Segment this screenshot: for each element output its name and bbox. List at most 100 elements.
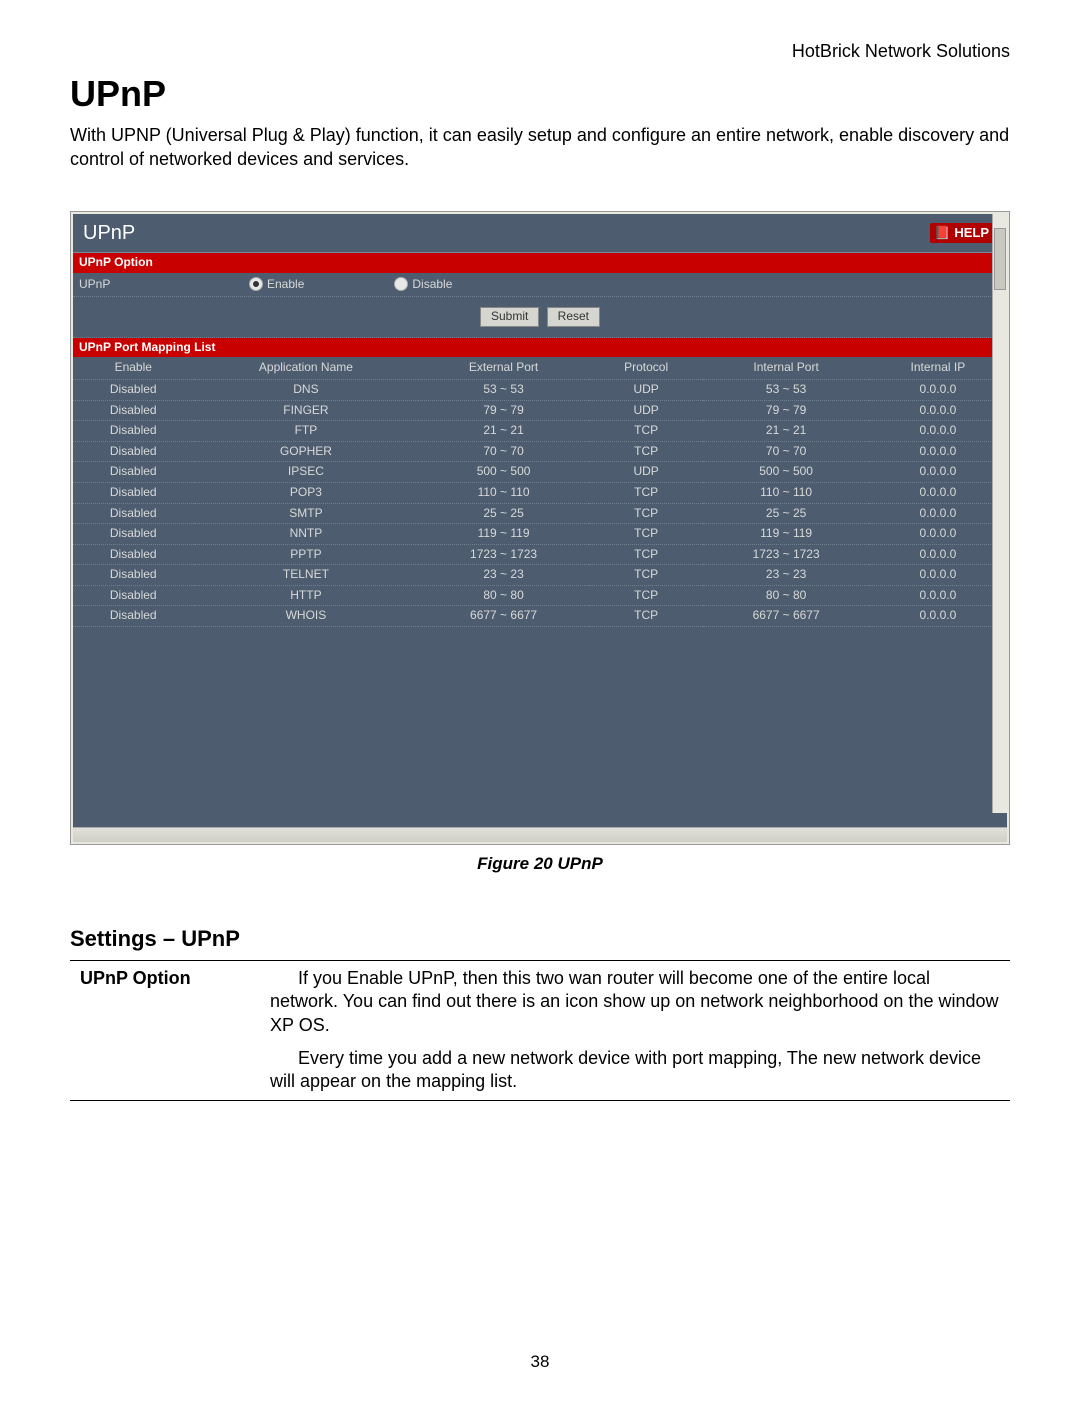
table-cell: TELNET [194,565,419,586]
radio-disable[interactable]: Disable [394,277,452,293]
scrollbar-thumb[interactable] [994,228,1006,290]
table-cell: 0.0.0.0 [869,503,1007,524]
table-cell: 110 ~ 110 [418,482,588,503]
table-cell: IPSEC [194,462,419,483]
table-row: DisabledHTTP80 ~ 80TCP80 ~ 800.0.0.0 [73,585,1007,606]
table-row: DisabledIPSEC500 ~ 500UDP500 ~ 5000.0.0.… [73,462,1007,483]
col-extport: External Port [418,357,588,379]
table-row: DisabledPPTP1723 ~ 1723TCP1723 ~ 17230.0… [73,544,1007,565]
table-header-row: Enable Application Name External Port Pr… [73,357,1007,379]
table-row: DisabledWHOIS6677 ~ 6677TCP6677 ~ 66770.… [73,606,1007,627]
submit-button[interactable]: Submit [480,307,539,327]
table-cell: 70 ~ 70 [418,441,588,462]
table-cell: Disabled [73,606,194,627]
table-cell: 0.0.0.0 [869,524,1007,545]
table-cell: NNTP [194,524,419,545]
table-cell: 25 ~ 25 [703,503,868,524]
table-row: DisabledFTP21 ~ 21TCP21 ~ 210.0.0.0 [73,421,1007,442]
table-cell: PPTP [194,544,419,565]
table-cell: TCP [589,544,704,565]
table-cell: Disabled [73,503,194,524]
settings-table: UPnP Option If you Enable UPnP, then thi… [70,960,1010,1101]
panel-header: UPnP 📕 HELP [73,214,1007,253]
col-intport: Internal Port [703,357,868,379]
table-cell: Disabled [73,585,194,606]
scrollbar[interactable] [992,214,1007,813]
figure-caption: Figure 20 UPnP [70,853,1010,875]
upnp-option-row: UPnP Enable Disable [73,273,1007,298]
settings-p1: If you Enable UPnP, then this two wan ro… [270,967,1000,1037]
help-button[interactable]: 📕 HELP [930,223,997,244]
table-cell: 0.0.0.0 [869,441,1007,462]
table-cell: WHOIS [194,606,419,627]
settings-heading: Settings – UPnP [70,925,1010,954]
table-cell: DNS [194,379,419,400]
settings-row-desc: If you Enable UPnP, then this two wan ro… [260,960,1010,1100]
table-cell: UDP [589,379,704,400]
table-cell: TCP [589,441,704,462]
radio-disable-label: Disable [412,277,452,293]
table-cell: 70 ~ 70 [703,441,868,462]
table-cell: 21 ~ 21 [703,421,868,442]
table-cell: 6677 ~ 6677 [418,606,588,627]
page-title: UPnP [70,71,1010,118]
table-cell: 500 ~ 500 [418,462,588,483]
table-cell: 1723 ~ 1723 [703,544,868,565]
radio-enable-dot [249,277,263,291]
col-enable: Enable [73,357,194,379]
settings-p2: Every time you add a new network device … [270,1047,1000,1094]
screenshot-wrap: UPnP 📕 HELP UPnP Option UPnP Enable Disa… [70,211,1010,845]
table-cell: TCP [589,606,704,627]
table-row: DisabledDNS53 ~ 53UDP53 ~ 530.0.0.0 [73,379,1007,400]
table-cell: 25 ~ 25 [418,503,588,524]
table-cell: 23 ~ 23 [418,565,588,586]
table-cell: 500 ~ 500 [703,462,868,483]
table-row: DisabledSMTP25 ~ 25TCP25 ~ 250.0.0.0 [73,503,1007,524]
table-cell: 0.0.0.0 [869,544,1007,565]
table-cell: 53 ~ 53 [703,379,868,400]
table-cell: Disabled [73,565,194,586]
table-cell: 0.0.0.0 [869,400,1007,421]
table-cell: UDP [589,462,704,483]
help-label: HELP [954,225,989,242]
radio-enable-label: Enable [267,277,304,293]
settings-row-label: UPnP Option [70,960,260,1100]
col-protocol: Protocol [589,357,704,379]
table-cell: Disabled [73,441,194,462]
table-cell: TCP [589,482,704,503]
table-cell: 110 ~ 110 [703,482,868,503]
table-cell: Disabled [73,379,194,400]
table-cell: 79 ~ 79 [703,400,868,421]
brand-label: HotBrick Network Solutions [70,40,1010,63]
table-cell: TCP [589,524,704,545]
table-cell: TCP [589,565,704,586]
table-cell: Disabled [73,400,194,421]
table-cell: 21 ~ 21 [418,421,588,442]
table-cell: Disabled [73,421,194,442]
table-cell: Disabled [73,482,194,503]
reset-button[interactable]: Reset [547,307,600,327]
button-row: Submit Reset [73,297,1007,338]
upnp-option-label: UPnP [79,277,189,293]
upnp-option-section: UPnP Option [73,253,1007,273]
help-icon: 📕 [934,225,950,242]
table-cell: TCP [589,503,704,524]
table-cell: 0.0.0.0 [869,606,1007,627]
table-cell: 119 ~ 119 [703,524,868,545]
col-intip: Internal IP [869,357,1007,379]
table-cell: 0.0.0.0 [869,482,1007,503]
table-cell: 0.0.0.0 [869,462,1007,483]
page-number: 38 [70,1351,1010,1373]
table-row: DisabledGOPHER70 ~ 70TCP70 ~ 700.0.0.0 [73,441,1007,462]
table-cell: 119 ~ 119 [418,524,588,545]
table-cell: Disabled [73,462,194,483]
radio-enable[interactable]: Enable [249,277,304,293]
table-cell: UDP [589,400,704,421]
table-row: DisabledTELNET23 ~ 23TCP23 ~ 230.0.0.0 [73,565,1007,586]
statusbar [73,827,1007,842]
table-cell: 79 ~ 79 [418,400,588,421]
table-cell: FTP [194,421,419,442]
table-cell: FINGER [194,400,419,421]
table-cell: 6677 ~ 6677 [703,606,868,627]
table-cell: POP3 [194,482,419,503]
